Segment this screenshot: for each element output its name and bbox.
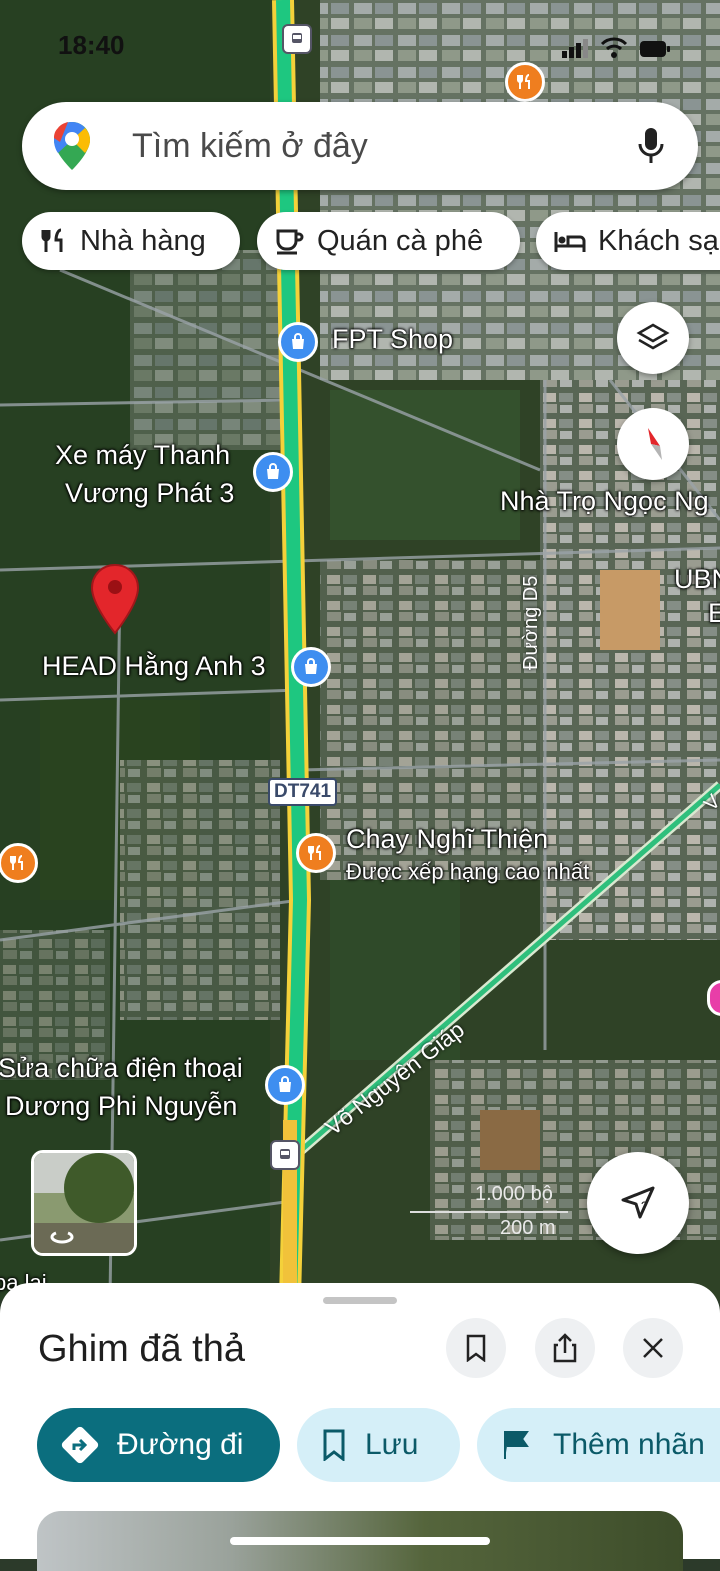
save-label: Lưu — [365, 1428, 419, 1461]
place-label-nha-tro[interactable]: Nhà Trọ Ngọc Ng — [500, 486, 709, 517]
place-label-chay[interactable]: Chay Nghĩ Thiện — [346, 824, 548, 855]
bookmark-button[interactable] — [446, 1318, 506, 1378]
chip-hotels[interactable]: Khách sạ — [536, 212, 720, 270]
place-bottom-sheet[interactable]: Ghim đã thả Đường đi Lưu Thêm nhãn — [0, 1283, 720, 1571]
status-time: 18:40 — [58, 30, 125, 60]
street-label-d5: Đường D5 — [520, 575, 542, 670]
microphone-icon[interactable] — [636, 126, 666, 166]
home-indicator[interactable] — [230, 1537, 490, 1545]
utensils-icon — [40, 227, 68, 255]
coffee-icon — [275, 227, 305, 255]
directions-icon — [61, 1426, 99, 1464]
layers-button[interactable] — [617, 302, 689, 374]
compass-icon — [648, 428, 662, 460]
sheet-title: Ghim đã thả — [38, 1328, 245, 1370]
share-icon — [553, 1333, 577, 1363]
map-view[interactable]: FPT Shop Xe máy Thanh Vương Phát 3 Nhà T… — [0, 0, 720, 1300]
road-shield-dt741: DT741 — [268, 778, 338, 806]
street-view-thumbnail[interactable] — [31, 1150, 137, 1256]
chip-label-restaurants: Nhà hàng — [80, 224, 206, 257]
place-label-fpt-shop[interactable]: FPT Shop — [332, 324, 453, 355]
flag-icon — [501, 1429, 535, 1461]
bus-stop-icon[interactable] — [270, 1140, 300, 1170]
google-maps-logo-icon — [54, 122, 90, 170]
share-button[interactable] — [535, 1318, 595, 1378]
bookmark-icon — [466, 1334, 486, 1362]
scale-feet: 1.000 bộ — [475, 1183, 553, 1205]
svg-text:?: ? — [641, 1199, 648, 1213]
battery-icon — [640, 41, 670, 57]
compass-button[interactable] — [617, 408, 689, 480]
add-label-button[interactable]: Thêm nhãn — [477, 1408, 720, 1482]
chip-cafes[interactable]: Quán cà phê — [257, 212, 520, 270]
place-label-head[interactable]: HEAD Hằng Anh 3 — [42, 651, 266, 682]
place-label-xe-may-2[interactable]: Vương Phát 3 — [65, 478, 234, 509]
place-label-ubnd[interactable]: UBN — [674, 564, 720, 595]
shopping-bag-icon[interactable] — [278, 322, 318, 362]
bed-icon — [554, 228, 586, 254]
chip-restaurants[interactable]: Nhà hàng — [22, 212, 240, 270]
chip-label-cafes: Quán cà phê — [317, 224, 484, 257]
close-button[interactable] — [623, 1318, 683, 1378]
chip-label-hotels: Khách sạ — [598, 224, 719, 257]
add-label-text: Thêm nhãn — [553, 1428, 705, 1461]
dropped-pin-icon[interactable] — [90, 563, 140, 635]
close-icon — [643, 1338, 663, 1358]
save-button[interactable]: Lưu — [297, 1408, 460, 1482]
sheet-drag-handle[interactable] — [323, 1297, 397, 1304]
shopping-bag-icon[interactable] — [265, 1065, 305, 1105]
place-label-ubnd-2: E — [708, 598, 720, 628]
navigation-question-icon: ? — [621, 1186, 655, 1219]
category-chips: Nhà hàng Quán cà phê Khách sạ — [22, 212, 720, 272]
directions-button[interactable]: Đường đi — [37, 1408, 280, 1482]
status-bar: 18:40 — [0, 0, 720, 90]
bookmark-icon — [321, 1429, 347, 1461]
directions-label: Đường đi — [117, 1428, 244, 1461]
wifi-icon — [600, 37, 628, 58]
layers-icon — [636, 323, 670, 350]
shopping-bag-icon[interactable] — [253, 452, 293, 492]
place-label-sua-chua-1[interactable]: Sửa chữa điện thoại — [0, 1053, 243, 1084]
scale-meters: 200 m — [500, 1217, 556, 1239]
map-scale: 1.000 bộ 200 m — [410, 1183, 570, 1243]
shopping-bag-icon[interactable] — [291, 647, 331, 687]
my-location-button[interactable]: ? — [587, 1152, 689, 1254]
restaurant-icon[interactable] — [296, 833, 336, 873]
place-label-sua-chua-2[interactable]: Dương Phi Nguyễn — [5, 1091, 237, 1122]
signal-icon — [562, 39, 588, 58]
search-input[interactable]: Tìm kiếm ở đây — [132, 127, 368, 166]
place-label-xe-may-1[interactable]: Xe máy Thanh — [55, 440, 230, 471]
place-label-chay-rating: Được xếp hạng cao nhất — [346, 859, 590, 884]
search-bar[interactable]: Tìm kiếm ở đây — [22, 102, 698, 190]
